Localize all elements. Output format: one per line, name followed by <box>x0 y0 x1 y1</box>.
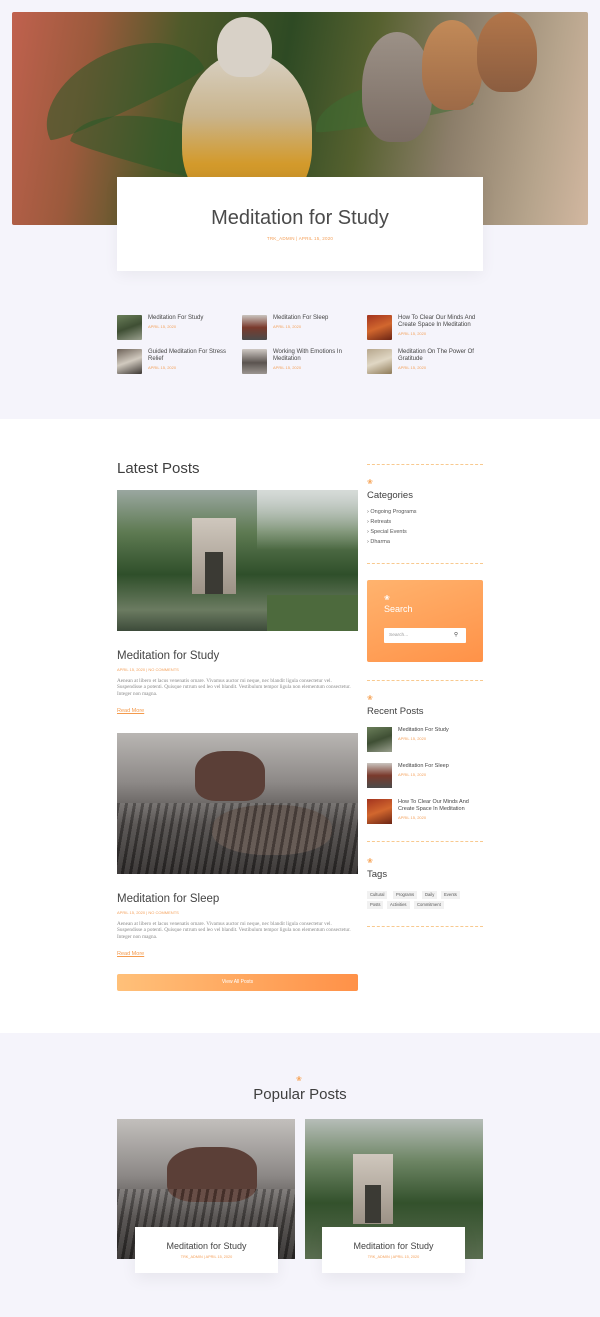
category-link[interactable]: › Ongoing Programs <box>367 509 417 515</box>
category-label[interactable]: Ongoing Programs <box>370 509 416 515</box>
popular-post-card[interactable]: Meditation for Study TRK_ADMIN | APRIL 1… <box>135 1227 278 1273</box>
post-thumbnail[interactable] <box>367 763 392 788</box>
post-thumbnail[interactable] <box>117 315 142 340</box>
related-post-title[interactable]: Guided Meditation For Stress Relief <box>148 349 236 363</box>
recent-post-title[interactable]: Meditation For Sleep <box>398 763 483 770</box>
related-post-title[interactable]: Meditation For Study <box>148 315 236 322</box>
tag[interactable]: Activities <box>387 901 410 909</box>
categories-heading: Categories <box>367 490 413 501</box>
post-thumbnail[interactable] <box>367 349 392 374</box>
search-icon[interactable]: ⚲ <box>454 628 458 643</box>
related-post-date: APRIL 15, 2020 <box>148 365 177 370</box>
post-thumbnail[interactable] <box>367 315 392 340</box>
search-input[interactable]: Search... ⚲ <box>384 628 466 643</box>
page-title: Meditation for Study <box>211 207 389 229</box>
recent-post-date: APRIL 15, 2020 <box>398 736 427 741</box>
divider <box>367 563 483 564</box>
recent-post-title[interactable]: How To Clear Our Minds And Create Space … <box>398 799 483 813</box>
hero-title-card: Meditation for Study TRK_ADMIN | APRIL 1… <box>117 177 483 271</box>
post-meta: APRIL 15, 2020 | NO COMMENTS <box>117 667 179 672</box>
related-post-date: APRIL 15, 2020 <box>398 365 427 370</box>
post-thumbnail[interactable] <box>242 349 267 374</box>
lotus-icon: ❀ <box>367 479 373 486</box>
related-post-title[interactable]: Meditation For Sleep <box>273 315 361 322</box>
lotus-icon: ❀ <box>367 695 373 702</box>
post-thumbnail[interactable] <box>367 727 392 752</box>
post-thumbnail[interactable] <box>367 799 392 824</box>
post-title[interactable]: Meditation for Sleep <box>117 893 219 905</box>
recent-post-title[interactable]: Meditation For Study <box>398 727 483 734</box>
divider <box>367 464 483 465</box>
category-link[interactable]: › Retreats <box>367 519 391 525</box>
tag[interactable]: Events <box>441 891 460 899</box>
recent-post[interactable]: Meditation For Study APRIL 15, 2020 <box>367 727 483 753</box>
read-more-link[interactable]: Read More <box>117 951 144 957</box>
read-more-link[interactable]: Read More <box>117 708 144 714</box>
related-post[interactable]: Meditation On The Power Of Gratitude APR… <box>367 349 487 377</box>
related-post[interactable]: Meditation For Study APRIL 15, 2020 <box>117 315 237 343</box>
category-link[interactable]: › Special Events <box>367 529 407 535</box>
related-post[interactable]: Working With Emotions In Meditation APRI… <box>242 349 362 377</box>
recent-post[interactable]: How To Clear Our Minds And Create Space … <box>367 799 483 825</box>
divider <box>367 680 483 681</box>
post-excerpt: Aenean at libero et lacus venenatis orna… <box>117 678 351 697</box>
popular-post-title[interactable]: Meditation for Study <box>135 1241 278 1251</box>
lotus-icon: ❀ <box>384 595 390 602</box>
hero-meta: TRK_ADMIN | APRIL 15, 2020 <box>266 236 334 241</box>
tag[interactable]: Cultural <box>367 891 388 899</box>
tag[interactable]: Commitment <box>414 901 444 909</box>
category-label[interactable]: Retreats <box>370 519 391 525</box>
related-post[interactable]: Guided Meditation For Stress Relief APRI… <box>117 349 237 377</box>
popular-post-title[interactable]: Meditation for Study <box>322 1241 465 1251</box>
recent-post-date: APRIL 15, 2020 <box>398 815 427 820</box>
category-label[interactable]: Special Events <box>370 529 406 535</box>
post-excerpt: Aenean at libero et lacus venenatis orna… <box>117 921 351 940</box>
post-thumbnail[interactable] <box>242 315 267 340</box>
recent-posts-heading: Recent Posts <box>367 706 424 717</box>
related-post-title[interactable]: Meditation On The Power Of Gratitude <box>398 349 486 363</box>
related-post-date: APRIL 15, 2020 <box>273 365 302 370</box>
category-label[interactable]: Dharma <box>370 539 390 545</box>
divider <box>367 841 483 842</box>
search-heading: Search <box>384 604 413 614</box>
related-post[interactable]: How To Clear Our Minds And Create Space … <box>367 315 487 343</box>
lotus-icon: ❀ <box>296 1076 302 1083</box>
related-post-date: APRIL 15, 2020 <box>398 331 427 336</box>
related-post-date: APRIL 15, 2020 <box>148 324 177 329</box>
popular-post-meta: TRK_ADMIN | APRIL 15, 2020 <box>180 1255 233 1259</box>
search-widget: ❀ Search Search... ⚲ <box>367 580 483 662</box>
divider <box>367 926 483 927</box>
tag[interactable]: Programs <box>393 891 418 899</box>
post-image[interactable] <box>117 490 358 631</box>
recent-post-date: APRIL 15, 2020 <box>398 772 427 777</box>
view-all-posts-button[interactable]: View All Posts <box>117 974 358 991</box>
tag[interactable]: Posts <box>367 901 384 909</box>
post-meta: APRIL 15, 2020 | NO COMMENTS <box>117 910 179 915</box>
recent-post[interactable]: Meditation For Sleep APRIL 15, 2020 <box>367 763 483 789</box>
popular-post-card[interactable]: Meditation for Study TRK_ADMIN | APRIL 1… <box>322 1227 465 1273</box>
lotus-icon: ❀ <box>367 858 373 865</box>
search-placeholder: Search... <box>389 633 409 638</box>
post-thumbnail[interactable] <box>117 349 142 374</box>
related-post-title[interactable]: How To Clear Our Minds And Create Space … <box>398 315 486 329</box>
post-title[interactable]: Meditation for Study <box>117 650 219 662</box>
category-link[interactable]: › Dharma <box>367 539 390 545</box>
latest-posts-heading: Latest Posts <box>117 460 200 477</box>
post-image[interactable] <box>117 733 358 874</box>
tag[interactable]: Daily <box>422 891 438 899</box>
tags-heading: Tags <box>367 869 388 880</box>
popular-posts-heading: Popular Posts <box>253 1086 347 1103</box>
related-post-title[interactable]: Working With Emotions In Meditation <box>273 349 361 363</box>
related-post[interactable]: Meditation For Sleep APRIL 15, 2020 <box>242 315 362 343</box>
related-post-date: APRIL 15, 2020 <box>273 324 302 329</box>
popular-post-meta: TRK_ADMIN | APRIL 15, 2020 <box>367 1255 420 1259</box>
